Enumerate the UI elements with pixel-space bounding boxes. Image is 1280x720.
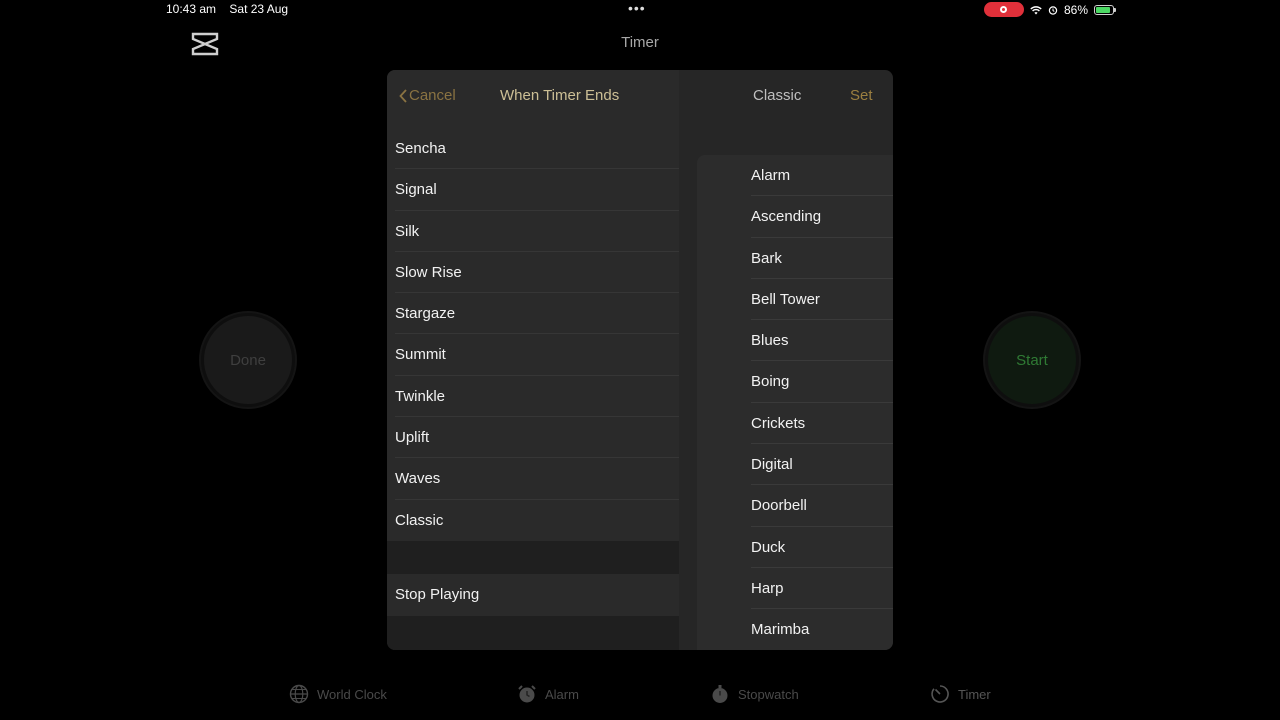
sound-option[interactable]: Ascending <box>697 196 893 238</box>
sound-option[interactable]: Crickets <box>697 403 893 445</box>
tab-label: Timer <box>958 686 991 702</box>
stopwatch-icon <box>712 685 728 703</box>
tab-bar: World Clock Alarm Stopwatch Timer <box>0 684 1280 714</box>
sound-option[interactable]: Bark <box>697 238 893 280</box>
status-bar-left: 10:43 am Sat 23 Aug <box>166 2 298 16</box>
sound-option[interactable]: Twinkle <box>387 375 679 418</box>
alarm-clock-icon <box>518 685 536 703</box>
status-bar-right: 86% <box>983 2 1116 17</box>
timer-icon <box>931 685 949 703</box>
sound-option[interactable]: Boing <box>697 361 893 404</box>
tab-label: Alarm <box>545 686 579 702</box>
wifi-icon <box>1030 5 1042 14</box>
sound-option[interactable]: Harp <box>697 568 893 610</box>
when-timer-ends-modal: Cancel When Timer Ends Sencha Signal Silk S… <box>387 70 893 650</box>
tab-label: World Clock <box>317 686 387 702</box>
sound-option[interactable]: Duck <box>697 527 893 569</box>
sound-option[interactable]: Slow Rise <box>387 251 679 294</box>
tab-label: Stopwatch <box>738 686 799 702</box>
modal-title: When Timer Ends <box>500 87 620 104</box>
set-button[interactable]: Set <box>850 87 873 104</box>
chevron-left-icon <box>399 88 407 103</box>
sound-option[interactable]: Blues <box>697 320 893 362</box>
battery-icon <box>1094 4 1116 15</box>
status-time: 10:43 am <box>166 2 217 16</box>
sound-option[interactable]: Signal <box>387 169 679 211</box>
sound-option[interactable]: Waves <box>387 458 679 500</box>
cancel-button[interactable]: Cancel <box>399 87 456 104</box>
tab-world-clock[interactable]: World Clock <box>289 684 387 704</box>
sound-option[interactable]: Digital <box>697 444 893 486</box>
sound-option[interactable]: Uplift <box>387 417 679 459</box>
sound-option[interactable]: Bell Tower <box>697 279 893 321</box>
screen-recording-indicator[interactable] <box>983 2 1024 17</box>
sound-option[interactable]: Silk <box>387 210 679 253</box>
alarm-status-icon <box>1048 5 1058 15</box>
tab-timer[interactable]: Timer <box>930 684 991 704</box>
selected-sound-title: Classic <box>753 87 802 104</box>
sound-option[interactable]: Classic <box>387 499 679 541</box>
sound-option[interactable]: Sencha <box>387 128 679 170</box>
sound-option[interactable]: Alarm <box>697 155 893 197</box>
left-header: Cancel When Timer Ends <box>387 70 679 128</box>
page-title: Timer <box>621 34 659 51</box>
battery-percent: 86% <box>1063 2 1088 17</box>
tab-alarm[interactable]: Alarm <box>517 684 579 704</box>
start-button[interactable]: Start <box>988 316 1076 404</box>
sound-list-right: Alarm Ascending Bark Bell Tower Blues Boing Cr… <box>697 155 893 650</box>
globe-icon <box>289 684 309 704</box>
sound-option[interactable]: Doorbell <box>697 485 893 527</box>
left-pane: Cancel When Timer Ends Sencha Signal Silk S… <box>387 70 679 650</box>
done-button[interactable]: Done <box>204 316 292 404</box>
tab-stopwatch[interactable]: Stopwatch <box>710 684 799 704</box>
cancel-label: Cancel <box>409 87 456 104</box>
sound-option[interactable]: Stargaze <box>387 293 679 335</box>
sound-option[interactable]: Marimba <box>697 609 893 650</box>
sound-option[interactable]: Summit <box>387 334 679 377</box>
stop-playing-option[interactable]: Stop Playing <box>387 574 679 616</box>
sound-list-left: Sencha Signal Silk Slow Rise Stargaze Summit T… <box>387 128 679 541</box>
status-date: Sat 23 Aug <box>229 2 289 16</box>
multitasking-dots[interactable]: ••• <box>628 0 646 16</box>
